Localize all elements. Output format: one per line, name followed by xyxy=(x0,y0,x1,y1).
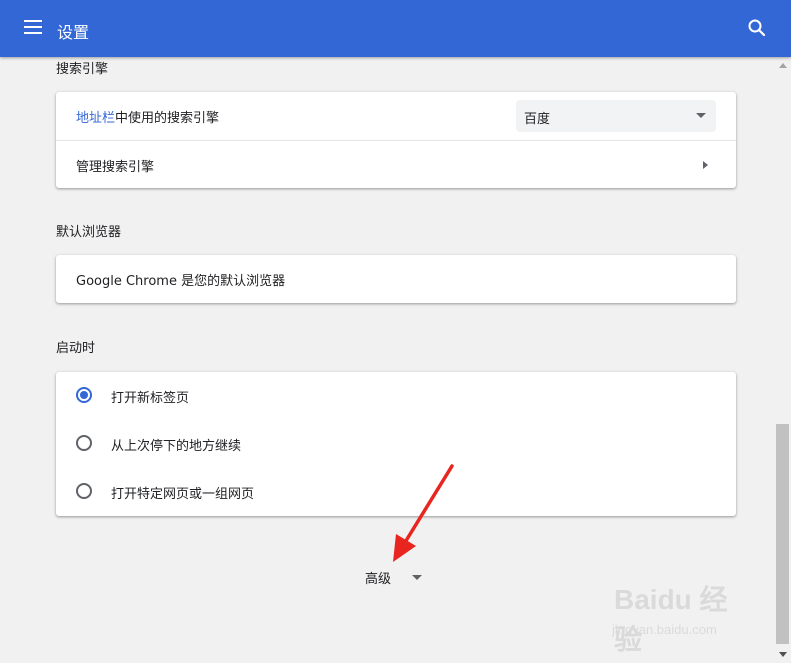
address-bar-engine-text: 中使用的搜索引擎 xyxy=(115,111,220,126)
hamburger-menu-icon[interactable] xyxy=(24,20,42,34)
startup-option-continue[interactable]: 从上次停下的地方继续 xyxy=(56,420,736,468)
address-bar-engine-label: 地址栏中使用的搜索引擎 xyxy=(76,107,219,126)
startup-option-label: 打开特定网页或一组网页 xyxy=(111,487,255,502)
advanced-button[interactable]: 高级 xyxy=(350,560,440,592)
page-title: 设置 xyxy=(57,23,90,42)
scrollbar-thumb[interactable] xyxy=(776,424,789,644)
section-title-default-browser: 默认浏览器 xyxy=(56,225,122,240)
watermark-url: jingyan.baidu.com xyxy=(612,622,717,637)
default-browser-card: Google Chrome 是您的默认浏览器 xyxy=(56,255,736,303)
dropdown-arrow-icon xyxy=(696,113,706,118)
top-app-bar: 设置 xyxy=(0,0,791,57)
scroll-up-arrow-icon[interactable] xyxy=(779,63,787,68)
on-startup-card: 打开新标签页 从上次停下的地方继续 打开特定网页或一组网页 xyxy=(56,372,736,516)
search-engine-card: 地址栏中使用的搜索引擎 百度 管理搜索引擎 xyxy=(56,92,736,188)
advanced-label: 高级 xyxy=(365,572,392,587)
section-title-search-engine: 搜索引擎 xyxy=(56,62,109,77)
default-browser-status: Google Chrome 是您的默认浏览器 xyxy=(76,274,286,289)
startup-option-label: 打开新标签页 xyxy=(111,391,190,406)
section-title-on-startup: 启动时 xyxy=(56,341,96,356)
manage-search-engines-row[interactable]: 管理搜索引擎 xyxy=(56,140,736,189)
baidu-jingyan-watermark: Baidu 经验 jingyan.baidu.com xyxy=(606,578,751,655)
startup-option-label: 从上次停下的地方继续 xyxy=(111,439,242,454)
manage-search-engines-label: 管理搜索引擎 xyxy=(76,160,155,175)
search-engine-selected-value: 百度 xyxy=(524,112,551,127)
vertical-scrollbar[interactable] xyxy=(775,57,791,663)
search-icon[interactable] xyxy=(747,18,767,38)
address-bar-link[interactable]: 地址栏 xyxy=(76,111,115,126)
radio-specific-pages[interactable] xyxy=(76,483,92,499)
startup-option-new-tab[interactable]: 打开新标签页 xyxy=(56,372,736,420)
expand-arrow-icon xyxy=(412,575,422,580)
settings-content: 搜索引擎 地址栏中使用的搜索引擎 百度 管理搜索引擎 默认浏览器 Google … xyxy=(0,57,775,663)
radio-new-tab[interactable] xyxy=(76,387,92,403)
watermark-logo: Baidu 经验 xyxy=(614,584,728,655)
radio-continue[interactable] xyxy=(76,435,92,451)
search-engine-select[interactable]: 百度 xyxy=(516,100,716,132)
address-bar-engine-row: 地址栏中使用的搜索引擎 百度 xyxy=(56,92,736,140)
chevron-right-icon xyxy=(703,161,708,169)
startup-option-specific-pages[interactable]: 打开特定网页或一组网页 xyxy=(56,468,736,516)
scroll-down-arrow-icon[interactable] xyxy=(779,652,787,657)
